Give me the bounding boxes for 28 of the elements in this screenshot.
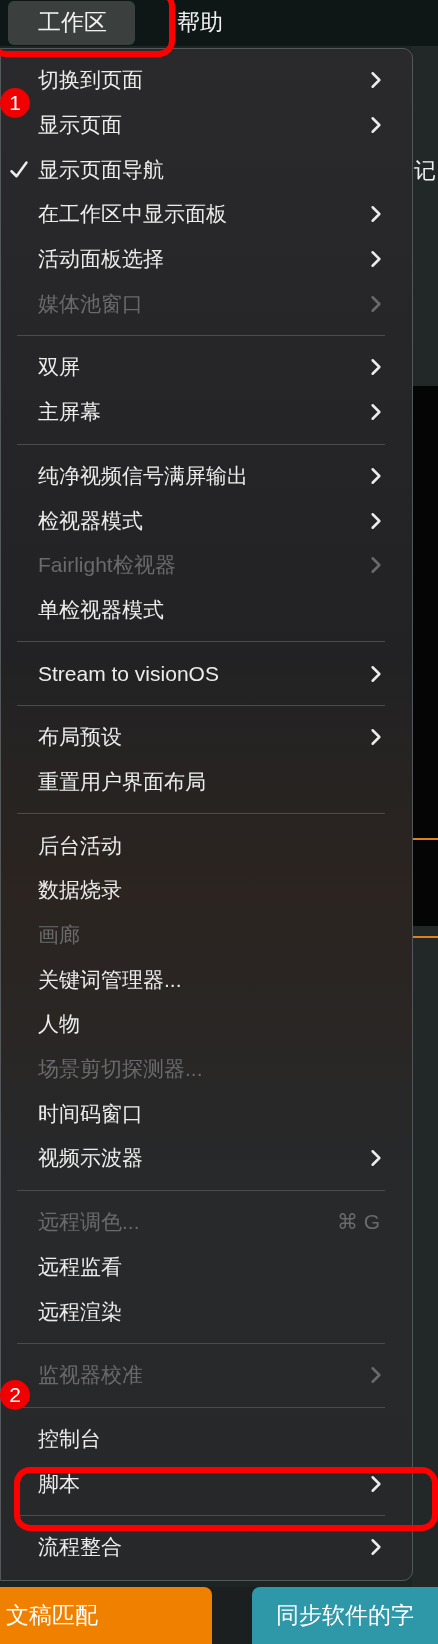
menu-item[interactable]: 脚本 — [32, 1461, 412, 1506]
menu-item[interactable]: 布局预设 — [32, 714, 412, 760]
menu-item[interactable]: 关键词管理器... — [32, 957, 412, 1003]
panel-label: 记 — [414, 157, 436, 185]
menu-item[interactable]: 后台活动 — [32, 823, 412, 868]
menu-item[interactable]: 人物 — [32, 1002, 412, 1047]
menu-item[interactable]: 活动面板选择 — [32, 236, 412, 282]
menu-item[interactable]: 单检视器模式 — [32, 587, 412, 633]
menu-bar-item[interactable]: 帮助 — [137, 1, 251, 45]
menu-item[interactable]: 显示页面 — [32, 102, 412, 148]
menu-bar-item[interactable]: 工作区 — [8, 1, 135, 45]
menu-item[interactable]: 远程监看 — [32, 1244, 412, 1290]
menu-item[interactable]: 视频示波器 — [32, 1136, 412, 1181]
menu-item[interactable]: 重置用户界面布局 — [32, 759, 412, 805]
shortcut-label: ⌘ G — [336, 1210, 380, 1235]
menu-item[interactable]: 时间码窗口 — [32, 1091, 412, 1137]
menu-item[interactable]: 检视器模式 — [32, 498, 412, 543]
menu-item[interactable]: Stream to visionOS — [32, 651, 412, 696]
menu-item[interactable]: 远程渲染 — [32, 1289, 412, 1334]
menu-item[interactable]: 主屏幕 — [32, 389, 412, 435]
menu-item[interactable]: 纯净视频信号满屏输出 — [32, 453, 412, 499]
menu-item[interactable]: 控制台 — [32, 1416, 412, 1462]
menu-item[interactable]: 在工作区中显示面板 — [32, 192, 412, 237]
menu-item[interactable]: 显示页面导航 — [32, 147, 412, 193]
menu-item[interactable]: 双屏 — [32, 345, 412, 390]
menu-item[interactable]: 数据烧录 — [32, 868, 412, 913]
menu-item[interactable]: 切换到页面 — [32, 58, 412, 103]
menu-item[interactable]: 流程整合 — [32, 1524, 412, 1570]
